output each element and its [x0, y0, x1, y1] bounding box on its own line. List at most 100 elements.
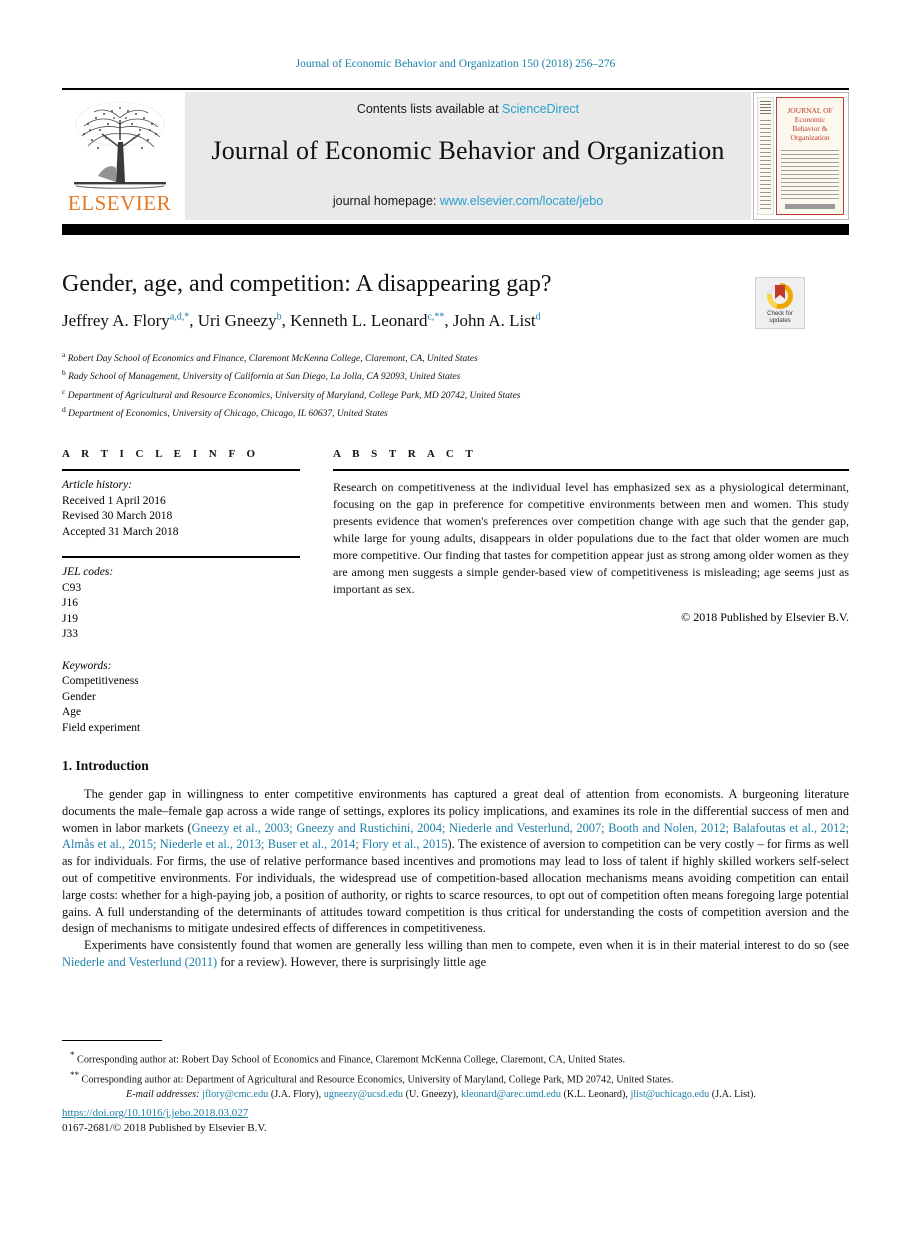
abstract-copyright: © 2018 Published by Elsevier B.V.	[681, 610, 849, 624]
email-link-3[interactable]: jlist@uchicago.edu	[631, 1089, 710, 1100]
jel-block: JEL codes: C93 J16 J19 J33	[62, 565, 300, 643]
contents-available-line: Contents lists available at ScienceDirec…	[185, 102, 751, 116]
cover-title-line3: Behavior &	[792, 124, 828, 133]
jel-items: C93 J16 J19 J33	[62, 581, 300, 643]
footnote-rule	[62, 1040, 162, 1041]
article-info-column: A R T I C L E I N F O Article history: R…	[62, 448, 300, 736]
jel-code-3: J33	[62, 628, 78, 640]
article-history-item-0: Received 1 April 2016	[62, 494, 166, 507]
article-history-block: Article history: Received 1 April 2016 Re…	[62, 478, 300, 540]
footnote-1: * Corresponding author at: Robert Day Sc…	[62, 1048, 849, 1068]
jel-code-1: J16	[62, 597, 78, 609]
email-owner-2: (K.L. Leonard),	[560, 1088, 628, 1100]
citation-niederle-vesterlund-2011[interactable]: Niederle and Vesterlund (2011)	[62, 955, 217, 969]
keywords-block: Keywords: Competitiveness Gender Age Field …	[62, 659, 300, 737]
elsevier-wordmark: ELSEVIER	[67, 191, 172, 215]
affiliation-c: c Department of Agricultural and Resourc…	[62, 386, 521, 401]
keyword-1: Gender	[62, 690, 96, 703]
article-info-heading: A R T I C L E I N F O	[62, 448, 260, 460]
contents-box: Contents lists available at ScienceDirec…	[185, 92, 751, 220]
paragraph2-part2: for a review). However, there is surpris…	[217, 954, 487, 969]
crossmark-label: Check for updates	[756, 311, 804, 325]
cover-title-line1: JOURNAL OF	[787, 106, 833, 115]
article-info-rule	[62, 469, 300, 471]
cover-contents-lines	[781, 150, 839, 202]
masthead-top-rule	[62, 88, 849, 90]
page-title: Gender, age, and competition: A disappea…	[62, 271, 552, 297]
article-page: Journal of Economic Behavior and Organiz…	[0, 0, 907, 1238]
article-history-items: Received 1 April 2016 Revised 30 March 20…	[62, 494, 300, 541]
footnote-2: ** Corresponding author at: Department o…	[62, 1068, 849, 1088]
affiliation-mark-d: d	[62, 405, 66, 415]
journal-masthead: ELSEVIER Contents lists available at Sci…	[62, 92, 849, 220]
paragraph2-part1: Experiments have consistently found that…	[84, 938, 849, 953]
jel-label: JEL codes:	[62, 566, 114, 578]
journal-homepage-line: journal homepage: www.elsevier.com/locat…	[185, 194, 751, 208]
affiliation-mark-c: c	[62, 386, 66, 396]
body-text: The gender gap in willingness to enter c…	[62, 786, 849, 971]
body-paragraph-2: Experiments have consistently found that…	[62, 937, 849, 971]
affiliation-mark-a: a	[62, 350, 66, 359]
email-addresses-label: E-mail addresses:	[126, 1088, 200, 1100]
cover-front: JOURNAL OF Economic Behavior & Organizat…	[776, 97, 844, 215]
crossmark-label-line2: updates	[769, 318, 791, 324]
journal-homepage-link[interactable]: www.elsevier.com/locate/jebo	[440, 194, 603, 208]
keyword-items: Competitiveness Gender Age Field experiment	[62, 674, 300, 736]
footnotes: * Corresponding author at: Robert Day Sc…	[62, 1048, 849, 1102]
email-link-2[interactable]: kleonard@arec.umd.edu	[461, 1089, 561, 1100]
masthead-black-bar	[62, 224, 849, 235]
homepage-prefix: journal homepage:	[332, 194, 440, 208]
footnote-1-text: Corresponding author at: Robert Day Scho…	[77, 1054, 626, 1066]
affiliation-list: a Robert Day School of Economics and Fin…	[62, 348, 782, 421]
journal-cover-thumbnail: JOURNAL OF Economic Behavior & Organizat…	[753, 92, 849, 220]
footnote-1-mark: *	[70, 1050, 75, 1060]
crossmark-label-line1: Check for	[767, 311, 793, 317]
crossmark-bookmark-icon	[775, 285, 785, 299]
elsevier-logo: ELSEVIER	[62, 92, 177, 220]
journal-title: Journal of Economic Behavior and Organiz…	[211, 136, 725, 165]
cover-title-line2: Economic	[794, 115, 826, 124]
footnote-emails: E-mail addresses: jflory@cmc.edu (J.A. F…	[62, 1088, 849, 1103]
article-history-item-1: Revised 30 March 2018	[62, 510, 173, 522]
abstract-text: Research on competitiveness at the indiv…	[333, 480, 849, 596]
issn-copyright: 0167-2681/© 2018 Published by Elsevier B…	[62, 1122, 267, 1134]
contents-prefix: Contents lists available at	[356, 102, 503, 116]
cover-title-line4: Organization	[790, 133, 830, 142]
keyword-0: Competitiveness	[62, 675, 139, 687]
article-history-label: Article history:	[62, 479, 132, 491]
email-list: jflory@cmc.edu (J.A. Flory), ugneezy@ucs…	[202, 1089, 756, 1100]
crossmark-ring-icon	[767, 283, 793, 309]
jel-code-2: J19	[62, 612, 78, 625]
footnote-2-mark: **	[70, 1069, 79, 1080]
paragraph1-part2: ). The existence of aversion to competit…	[62, 837, 849, 936]
abstract-heading: A B S T R A C T	[333, 448, 478, 460]
elsevier-tree-icon	[74, 101, 166, 189]
abstract-column: A B S T R A C T Research on competitiven…	[333, 448, 849, 625]
cover-title: JOURNAL OF Economic Behavior & Organizat…	[779, 106, 841, 142]
author-list: Jeffrey A. Florya,d,*, Uri Gneezyb, Kenn…	[62, 311, 541, 330]
keyword-2: Age	[62, 706, 82, 718]
jel-code-0: C93	[62, 581, 82, 594]
article-history-item-2: Accepted 31 March 2018	[62, 525, 179, 538]
body-paragraph-1: The gender gap in willingness to enter c…	[62, 786, 849, 937]
email-owner-1: (U. Gneezy),	[403, 1088, 459, 1100]
email-link-0[interactable]: jflory@cmc.edu	[202, 1089, 268, 1100]
affiliation-d: d Department of Economics, University of…	[62, 405, 388, 420]
crossmark-badge[interactable]: Check for updates	[755, 277, 805, 329]
doi-link[interactable]: https://doi.org/10.1016/j.jebo.2018.03.0…	[62, 1107, 248, 1119]
jel-rule	[62, 556, 300, 558]
running-head: Journal of Economic Behavior and Organiz…	[295, 58, 616, 70]
email-owner-0: (J.A. Flory),	[268, 1088, 322, 1100]
email-owner-3: (J.A. List).	[709, 1088, 756, 1100]
affiliation-b: b Rady School of Management, University …	[62, 368, 461, 383]
keywords-label: Keywords:	[62, 659, 112, 672]
affiliation-mark-b: b	[62, 368, 66, 378]
section-heading-introduction: 1. Introduction	[62, 758, 149, 773]
email-link-1[interactable]: ugneezy@ucsd.edu	[324, 1089, 403, 1100]
abstract-rule	[333, 469, 849, 471]
cover-spine	[757, 97, 774, 215]
footnote-2-text: Corresponding author at: Department of A…	[81, 1074, 674, 1086]
affiliation-a: a Robert Day School of Economics and Fin…	[62, 350, 478, 365]
sciencedirect-link[interactable]: ScienceDirect	[502, 102, 579, 116]
keyword-3: Field experiment	[62, 721, 141, 734]
